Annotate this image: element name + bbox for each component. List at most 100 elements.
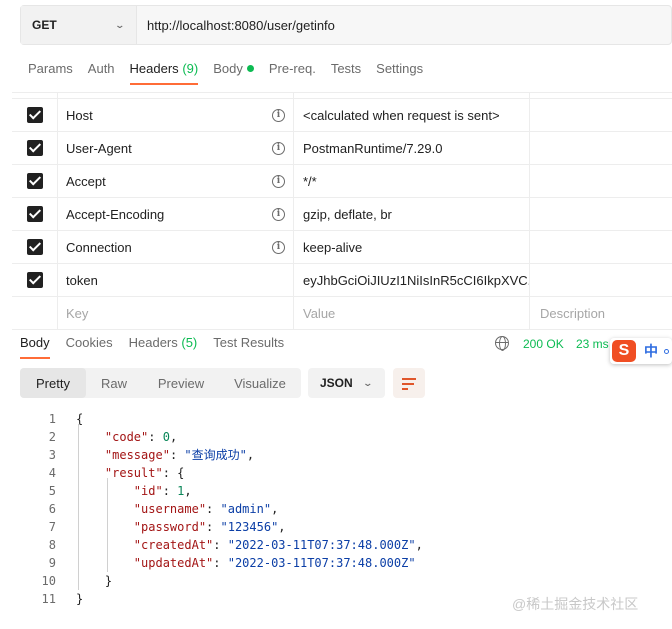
header-checkbox[interactable] (26, 239, 43, 255)
header-value[interactable]: keep-alive (294, 231, 530, 263)
body-indicator-dot (246, 65, 254, 72)
code-line: 5 "id": 1, (0, 482, 672, 500)
view-pretty[interactable]: Pretty (20, 368, 86, 398)
code-line: 8 "createdAt": "2022-03-11T07:37:48.000Z… (0, 536, 672, 554)
chevron-down-icon: ⌄ (114, 19, 126, 30)
line-number: 3 (48, 448, 56, 462)
header-row: Accept i */* (12, 165, 672, 198)
header-description[interactable] (530, 198, 672, 230)
tab-pre-request[interactable]: Pre-req. (269, 61, 316, 85)
request-tabs: Params Auth Headers (9) Body Pre-req. Te… (28, 61, 438, 85)
header-description[interactable] (530, 132, 672, 164)
header-value[interactable]: */* (294, 165, 530, 197)
response-body-code[interactable]: 1{2 "code": 0, 3 "message": "查询成功", 4 "res… (0, 410, 672, 608)
code-line: 2 "code": 0, (0, 428, 672, 446)
info-icon[interactable]: i (272, 108, 285, 122)
header-key[interactable]: Accept-Encoding i (58, 198, 294, 230)
code-line: 9 "updatedAt": "2022-03-11T07:37:48.000Z… (0, 554, 672, 572)
code-line: 4 "result": { (0, 464, 672, 482)
line-number: 4 (48, 466, 56, 480)
header-description[interactable] (530, 165, 672, 197)
header-row: Host i <calculated when request is sent> (12, 99, 672, 132)
headers-table: Host i <calculated when request is sent> Us… (12, 92, 672, 330)
line-number: 8 (48, 538, 56, 552)
tab-tests[interactable]: Tests (331, 61, 361, 85)
headers-count: (9) (182, 61, 199, 76)
request-url-bar: GET ⌄ http://localhost:8080/user/getinfo (20, 5, 672, 45)
header-value[interactable]: <calculated when request is sent> (294, 99, 530, 131)
tab-body[interactable]: Body (213, 61, 254, 85)
globe-icon[interactable] (495, 336, 509, 351)
info-icon[interactable]: i (272, 240, 285, 254)
response-tabs: Body Cookies Headers (5) Test Results (20, 335, 300, 359)
ime-toolbar[interactable]: S 中 (610, 338, 672, 364)
new-description-input[interactable]: Description (530, 297, 672, 329)
header-key[interactable]: Connection i (58, 231, 294, 263)
header-checkbox[interactable] (26, 272, 43, 288)
line-number: 11 (41, 592, 56, 606)
header-value[interactable]: gzip, deflate, br (294, 198, 530, 230)
view-preview[interactable]: Preview (142, 368, 220, 398)
header-row: token eyJhbGciOiJIUzI1NiIsInR5cCI6IkpXVC.… (12, 264, 672, 297)
line-number: 7 (48, 520, 56, 534)
tab-auth[interactable]: Auth (88, 61, 115, 85)
tab-headers[interactable]: Headers (9) (129, 61, 199, 85)
info-icon[interactable]: i (272, 207, 285, 221)
ime-mode-label: 中 (644, 343, 658, 359)
line-number: 6 (48, 502, 56, 516)
tab-response-headers[interactable]: Headers (5) (129, 335, 198, 357)
header-checkbox[interactable] (26, 140, 43, 156)
punctuation-icon (664, 348, 669, 354)
header-row: Connection i keep-alive (12, 231, 672, 264)
tab-test-results[interactable]: Test Results (213, 335, 284, 357)
code-line: 7 "password": "123456", (0, 518, 672, 536)
tab-cookies[interactable]: Cookies (66, 335, 113, 357)
header-key[interactable]: token (58, 264, 294, 296)
header-row: User-Agent i PostmanRuntime/7.29.0 (12, 132, 672, 165)
chevron-down-icon: ⌄ (362, 377, 374, 388)
code-line: 10 } (0, 572, 672, 590)
info-icon[interactable]: i (272, 141, 285, 155)
method-label: GET (32, 18, 57, 32)
format-label: JSON (320, 376, 353, 390)
code-line: 1{ (0, 410, 672, 428)
header-key[interactable]: Accept i (58, 165, 294, 197)
line-number: 10 (41, 574, 56, 588)
line-number: 2 (48, 430, 56, 444)
tab-settings[interactable]: Settings (376, 61, 423, 85)
header-checkbox[interactable] (26, 107, 43, 123)
new-key-input[interactable]: Key (58, 297, 294, 329)
header-description[interactable] (530, 99, 672, 131)
watermark: @稀土掘金技术社区 (512, 594, 638, 614)
line-number: 9 (48, 556, 56, 570)
view-mode-toolbar: Pretty Raw Preview Visualize (20, 368, 301, 398)
line-number: 1 (48, 412, 56, 426)
sogou-logo-icon: S (612, 340, 636, 362)
header-key[interactable]: Host i (58, 99, 294, 131)
header-value[interactable]: eyJhbGciOiJIUzI1NiIsInR5cCI6IkpXVC... (294, 264, 530, 296)
header-checkbox[interactable] (26, 206, 43, 222)
tab-params[interactable]: Params (28, 61, 73, 85)
header-row-new: Key Value Description (12, 297, 672, 330)
url-input[interactable]: http://localhost:8080/user/getinfo (137, 18, 335, 33)
info-icon[interactable]: i (272, 174, 285, 188)
header-checkbox[interactable] (26, 173, 43, 189)
header-description[interactable] (530, 231, 672, 263)
header-key[interactable]: User-Agent i (58, 132, 294, 164)
header-row: Accept-Encoding i gzip, deflate, br (12, 198, 672, 231)
view-visualize[interactable]: Visualize (220, 368, 300, 398)
method-select[interactable]: GET ⌄ (21, 6, 137, 44)
response-time[interactable]: 23 ms (576, 337, 609, 351)
new-value-input[interactable]: Value (294, 297, 530, 329)
tab-response-body[interactable]: Body (20, 335, 50, 359)
header-description[interactable] (530, 264, 672, 296)
code-line: 6 "username": "admin", (0, 500, 672, 518)
line-number: 5 (48, 484, 56, 498)
header-value[interactable]: PostmanRuntime/7.29.0 (294, 132, 530, 164)
wrap-lines-button[interactable] (393, 368, 425, 398)
format-select[interactable]: JSON ⌄ (308, 368, 385, 398)
view-raw[interactable]: Raw (86, 368, 142, 398)
watermark-text: @稀土掘金技术社区 (512, 596, 639, 612)
code-line: 3 "message": "查询成功", (0, 446, 672, 464)
status-code[interactable]: 200 OK (523, 337, 564, 351)
